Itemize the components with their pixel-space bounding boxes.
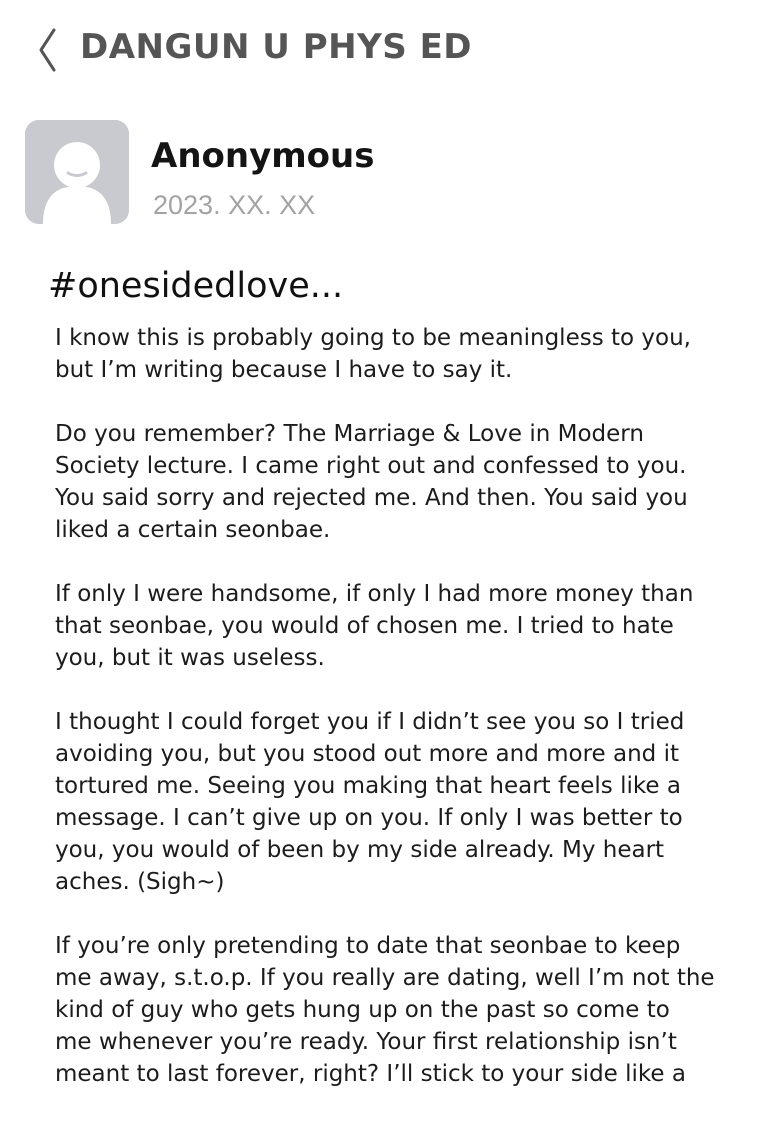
- text-line: tortured me. Seeing you making that hear…: [55, 773, 681, 799]
- text-line: kind of guy who gets hung up on the past…: [55, 997, 670, 1023]
- text-line: Society lecture. I came right out and co…: [55, 453, 687, 479]
- author-info: Anonymous 2023. XX. XX: [25, 120, 725, 230]
- post-date: 2023. XX. XX: [153, 190, 316, 220]
- text-line: If you’re only pretending to date that s…: [55, 933, 681, 959]
- back-button[interactable]: [30, 24, 66, 76]
- text-line: message. I can’t give up on you. If only…: [55, 805, 683, 831]
- text-line: If only I were handsome, if only I had m…: [55, 581, 694, 607]
- post-body: I know this is probably going to be mean…: [55, 322, 715, 1122]
- text-line: you, but it was useless.: [55, 645, 325, 671]
- post-paragraph: I know this is probably going to be mean…: [55, 322, 710, 386]
- text-line: aches. (Sigh~): [55, 869, 225, 895]
- top-bar: DANGUN U PHYS ED: [0, 0, 760, 100]
- default-user-avatar-icon: [25, 120, 129, 224]
- text-line: you, you would of been by my side alread…: [55, 837, 665, 863]
- avatar[interactable]: [25, 120, 129, 224]
- post-title: #onesidedlove...: [48, 266, 344, 306]
- post-paragraph: If you’re only pretending to date that s…: [55, 930, 715, 1090]
- text-line: liked a certain seonbae.: [55, 517, 331, 543]
- chevron-left-icon: [30, 24, 66, 76]
- text-line: meant to last forever, right? I’ll stick…: [55, 1061, 686, 1087]
- text-line: I know this is probably going to be mean…: [55, 325, 691, 351]
- text-line: I thought I could forget you if I didn’t…: [55, 709, 685, 735]
- post-paragraph: Do you remember? The Marriage & Love in …: [55, 418, 710, 546]
- text-line: that seonbae, you would of chosen me. I …: [55, 613, 674, 639]
- post-paragraph: If only I were handsome, if only I had m…: [55, 578, 710, 674]
- author-name: Anonymous: [151, 136, 375, 176]
- text-line: me whenever you’re ready. Your first rel…: [55, 1029, 677, 1055]
- text-line: You said sorry and rejected me. And then…: [55, 485, 688, 511]
- text-line: but I’m writing because I have to say it…: [55, 357, 513, 383]
- text-line: me away, s.t.o.p. If you really are dati…: [55, 965, 715, 991]
- post-paragraph: I thought I could forget you if I didn’t…: [55, 706, 710, 898]
- text-line: Do you remember? The Marriage & Love in …: [55, 421, 644, 447]
- board-title: DANGUN U PHYS ED: [80, 27, 473, 67]
- text-line: avoiding you, but you stood out more and…: [55, 741, 679, 767]
